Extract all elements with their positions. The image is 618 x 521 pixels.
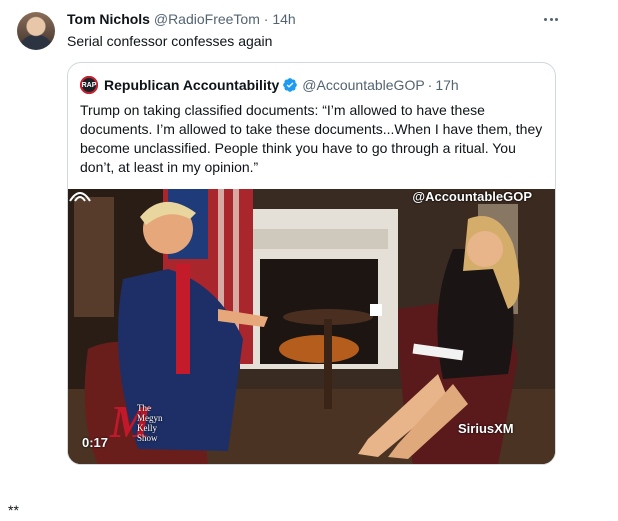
siriusxm-logo: SiriusXM [458,421,514,436]
quoted-tweet[interactable]: RAP Republican Accountability @Accountab… [67,62,556,465]
quoted-author-name[interactable]: Republican Accountability [104,77,279,93]
author-handle[interactable]: @RadioFreeTom [154,11,260,27]
quoted-author-handle[interactable]: @AccountableGOP [302,77,424,93]
separator-dot: · [263,11,269,27]
quoted-avatar[interactable]: RAP [80,76,98,94]
more-horizontal-icon[interactable] [541,11,561,27]
author-name[interactable]: Tom Nichols [67,11,150,27]
show-logo-line: The [137,403,151,413]
show-logo-line: Show [137,433,158,443]
verified-badge-icon [282,77,298,93]
footnote-text: ** [8,502,19,518]
show-logo-line: Kelly [137,423,157,433]
tweet-header: Tom Nichols @RadioFreeTom · 14h [67,11,296,27]
quoted-separator-dot: · [427,77,433,93]
video-duration: 0:17 [82,435,109,450]
video-watermark: @AccountableGOP [412,189,532,204]
siriusxm-wave-icon [69,192,91,202]
timestamp[interactable]: 14h [272,11,295,27]
show-logo-line: Megyn [137,413,163,423]
avatar[interactable] [17,12,55,50]
tweet[interactable]: Tom Nichols @RadioFreeTom · 14h Serial c… [0,0,618,495]
video-player[interactable]: @AccountableGOP M The Megyn Kelly Show S… [68,189,555,464]
quoted-timestamp[interactable]: 17h [435,77,458,93]
quoted-tweet-header: RAP Republican Accountability @Accountab… [80,75,459,95]
tweet-text: Serial confessor confesses again [67,33,273,49]
quoted-tweet-text: Trump on taking classified documents: “I… [80,102,543,175]
